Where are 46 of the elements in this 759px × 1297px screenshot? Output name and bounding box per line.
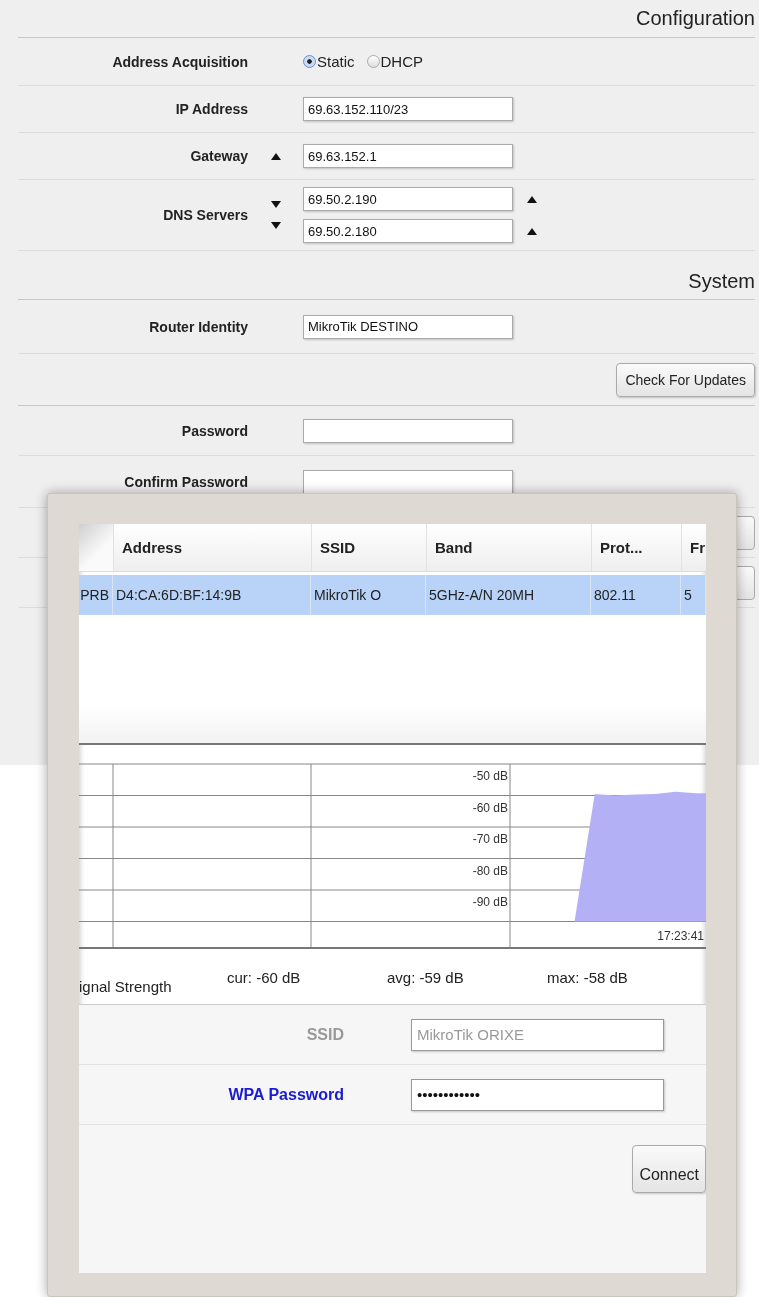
password-field[interactable]: •••••••••••• xyxy=(411,1078,664,1111)
up-arrow-icon[interactable] xyxy=(270,152,281,160)
dns-server-field[interactable]: 69.50.2.180 xyxy=(303,219,513,243)
password-field[interactable] xyxy=(303,418,513,443)
column-header[interactable]: Prot... xyxy=(592,524,682,571)
field-label: Password xyxy=(181,422,248,439)
average-reading: avg: -59 dB xyxy=(387,968,465,986)
gateway-field[interactable]: 69.63.152.1 xyxy=(303,144,513,168)
up-arrow-icon[interactable] xyxy=(527,195,537,203)
time-label: 17:23:41 xyxy=(657,929,704,943)
field-label: Router Identity xyxy=(149,318,248,335)
down-arrow-icon[interactable] xyxy=(270,222,281,229)
axis-label: -90 dB xyxy=(472,895,508,909)
dns-server-field[interactable]: 69.50.2.190 xyxy=(303,187,513,211)
column-header[interactable]: Address xyxy=(114,524,312,571)
section-heading: System xyxy=(688,270,755,293)
signal-label: ignal Strength xyxy=(79,977,173,995)
radio-label[interactable]: DHCP xyxy=(380,53,424,70)
field-label: Gateway xyxy=(190,148,248,164)
field-label: IP Address xyxy=(175,101,248,117)
up-arrow-icon[interactable] xyxy=(527,227,537,235)
radio-button[interactable] xyxy=(303,55,316,68)
down-arrow-icon[interactable] xyxy=(270,201,281,208)
field-label: Address Acquisition xyxy=(112,53,248,70)
field-label: SSID xyxy=(305,1025,344,1044)
radio-button[interactable] xyxy=(366,55,380,68)
ip-address-field[interactable]: 69.63.152.110/23 xyxy=(303,97,513,121)
field-label: WPA Password xyxy=(227,1085,344,1104)
axis-label: -70 dB xyxy=(472,832,508,846)
table-row[interactable]: PRB D4:CA:6D:BF:14:9B MikroTik O 5GHz-A/N 20MH 802.11 5 xyxy=(79,575,706,615)
axis-label: -80 dB xyxy=(472,863,508,878)
router-identity-field[interactable]: MikroTik DESTINO xyxy=(303,314,513,339)
field-label: DNS Servers xyxy=(163,207,248,223)
column-header[interactable]: Fr xyxy=(682,524,706,571)
axis-label: -60 dB xyxy=(472,800,508,815)
column-header[interactable]: Band xyxy=(427,524,592,571)
current-reading: cur: -60 dB xyxy=(227,968,302,986)
connect-button[interactable]: Connect xyxy=(632,1145,706,1193)
max-reading: max: -58 dB xyxy=(547,968,629,986)
column-header[interactable]: SSID xyxy=(312,524,427,571)
field-label: Confirm Password xyxy=(124,473,248,490)
axis-label: -50 dB xyxy=(472,769,508,783)
check-updates-button[interactable]: Check For Updates xyxy=(616,362,755,397)
password-field[interactable] xyxy=(303,469,513,494)
radio-label[interactable]: Static xyxy=(317,53,355,70)
section-heading: Configuration xyxy=(636,7,755,30)
